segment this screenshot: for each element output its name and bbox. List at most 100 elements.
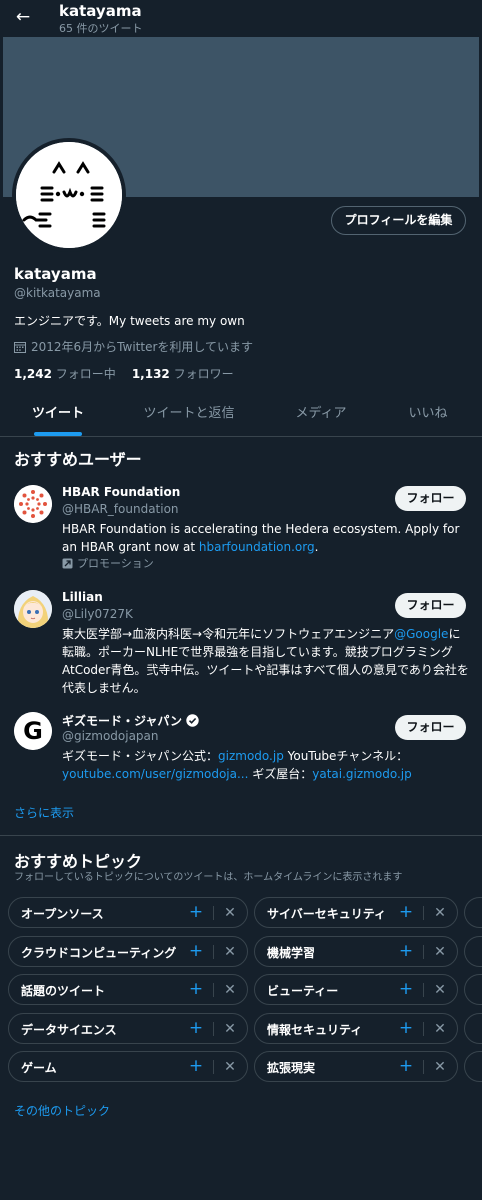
promoted-label: プロモーション (62, 555, 154, 571)
more-topics-link[interactable]: その他のトピック (14, 1102, 110, 1119)
bio-link[interactable]: youtube.com/user/gizmodoja... (62, 767, 248, 781)
tab-likes[interactable]: いいね (392, 394, 464, 437)
gizmodo-avatar: G (14, 712, 52, 750)
topic-chip-label: 情報セキュリティ (267, 1022, 363, 1037)
user-name: Lillian (62, 590, 103, 604)
following-link[interactable]: 1,242 フォロー中 (14, 365, 116, 382)
tab-media[interactable]: メディア (278, 394, 364, 437)
followers-link[interactable]: 1,132 フォロワー (132, 365, 234, 382)
topic-chip-label: 話題のツイート (21, 984, 106, 998)
suggested-user[interactable]: Lillian @Lily0727K フォロー 東大医学部→血液内科医→令和元年… (0, 590, 482, 700)
user-name: ギズモード・ジャパン (62, 712, 199, 729)
topic-chip-label: 機械学習 (267, 945, 316, 960)
profile-avatar[interactable] (12, 138, 126, 252)
topic-chip-partial[interactable] (464, 1051, 482, 1082)
header-tweet-count: 65 件のツイート (59, 22, 143, 35)
profile-name: katayama (14, 265, 97, 283)
topic-chip[interactable]: 拡張現実 + ✕ (254, 1051, 458, 1082)
verified-badge-icon (186, 714, 199, 727)
topic-chip-label: オープンソース (21, 907, 104, 921)
promoted-text: プロモーション (77, 557, 154, 570)
topic-chip-partial[interactable] (464, 897, 482, 928)
user-name: HBAR Foundation (62, 485, 181, 499)
plus-icon[interactable]: + (187, 941, 205, 961)
close-icon[interactable]: ✕ (431, 1057, 449, 1077)
svg-text:G: G (23, 717, 43, 745)
edit-profile-button[interactable]: プロフィールを編集 (331, 206, 466, 235)
plus-icon[interactable]: + (397, 902, 415, 922)
topic-chip-partial[interactable] (464, 935, 482, 967)
following-count: 1,242 (14, 367, 52, 381)
top-bar: ← katayama 65 件のツイート (0, 0, 482, 37)
plus-icon[interactable]: + (397, 1018, 415, 1038)
follow-button[interactable]: フォロー (395, 593, 466, 618)
plus-icon[interactable]: + (397, 1056, 415, 1076)
close-icon[interactable]: ✕ (431, 1019, 449, 1039)
topic-chip[interactable]: クラウドコンピューティング + ✕ (8, 935, 248, 967)
tab-tweets-and-replies[interactable]: ツイートと返信 (130, 394, 248, 437)
active-tab-indicator (34, 432, 82, 436)
suggested-user[interactable]: HBAR Foundation @HBAR_foundation フォロー HB… (0, 485, 482, 575)
close-icon[interactable]: ✕ (431, 903, 449, 923)
bio-link[interactable]: yatai.gizmodo.jp (312, 767, 411, 781)
topic-chip-label: サイバーセキュリティ (267, 907, 387, 921)
close-icon[interactable]: ✕ (431, 942, 449, 962)
profile-tabs: ツイート ツイートと返信 メディア いいね (0, 394, 482, 437)
section-divider (0, 835, 482, 836)
tab-tweets[interactable]: ツイート (14, 394, 102, 437)
bio-link[interactable]: @Google (394, 627, 448, 641)
chip-separator (423, 983, 424, 997)
topic-chip-label: 拡張現実 (267, 1061, 316, 1075)
chip-separator (423, 1060, 424, 1074)
user-bio: HBAR Foundation is accelerating the Hede… (62, 520, 470, 556)
profile-joined: 2012年6月からTwitterを利用しています (14, 338, 253, 355)
topic-chip[interactable]: 情報セキュリティ + ✕ (254, 1012, 458, 1044)
header-name: katayama (59, 2, 142, 20)
followers-label: フォロワー (173, 367, 234, 381)
gizmodo-logo-icon: G (14, 712, 52, 750)
topic-chip[interactable]: ゲーム + ✕ (8, 1051, 248, 1082)
topic-chip-partial[interactable] (464, 1012, 482, 1044)
chip-separator (423, 906, 424, 920)
close-icon[interactable]: ✕ (431, 980, 449, 1000)
show-more-users-link[interactable]: さらに表示 (14, 804, 74, 821)
user-bio-text: ギズ屋台： (248, 767, 313, 781)
back-arrow-icon[interactable]: ← (12, 6, 34, 28)
chip-separator (213, 983, 214, 997)
topic-chip[interactable]: データサイエンス + ✕ (8, 1012, 248, 1044)
topic-chip-label: データサイエンス (21, 1022, 117, 1037)
anime-girl-avatar-image (14, 590, 52, 628)
close-icon[interactable]: ✕ (221, 980, 239, 1000)
lillian-avatar (14, 590, 52, 628)
user-handle: @Lily0727K (62, 607, 133, 621)
topic-chip[interactable]: サイバーセキュリティ + ✕ (254, 897, 458, 928)
close-icon[interactable]: ✕ (221, 942, 239, 962)
close-icon[interactable]: ✕ (221, 1019, 239, 1039)
follow-button[interactable]: フォロー (395, 486, 466, 511)
user-bio-text: 東大医学部→血液内科医→令和元年にソフトウェアエンジニア (62, 627, 395, 641)
plus-icon[interactable]: + (187, 979, 205, 999)
topic-chip[interactable]: 話題のツイート + ✕ (8, 974, 248, 1005)
follow-button[interactable]: フォロー (395, 715, 466, 740)
topic-chip-label: クラウドコンピューティング (21, 945, 177, 960)
close-icon[interactable]: ✕ (221, 1057, 239, 1077)
bio-link[interactable]: hbarfoundation.org (199, 540, 315, 554)
topic-chip[interactable]: オープンソース + ✕ (8, 897, 248, 928)
plus-icon[interactable]: + (187, 1056, 205, 1076)
plus-icon[interactable]: + (187, 1018, 205, 1038)
plus-icon[interactable]: + (187, 902, 205, 922)
plus-icon[interactable]: + (397, 941, 415, 961)
bio-link[interactable]: gizmodo.jp (218, 749, 284, 763)
hbar-avatar (14, 485, 52, 523)
chip-separator (423, 944, 424, 959)
topic-chip[interactable]: ビューティー + ✕ (254, 974, 458, 1005)
suggested-user[interactable]: G ギズモード・ジャパン @gizmodojapan フォロー ギズモード・ジャ… (0, 712, 482, 787)
chip-separator (213, 1060, 214, 1074)
close-icon[interactable]: ✕ (221, 903, 239, 923)
user-name-text: ギズモード・ジャパン (62, 714, 183, 728)
chip-separator (213, 1021, 214, 1036)
topic-chip-partial[interactable] (464, 974, 482, 1005)
topic-chip[interactable]: 機械学習 + ✕ (254, 935, 458, 967)
topic-chip-label: ビューティー (267, 984, 339, 998)
plus-icon[interactable]: + (397, 979, 415, 999)
